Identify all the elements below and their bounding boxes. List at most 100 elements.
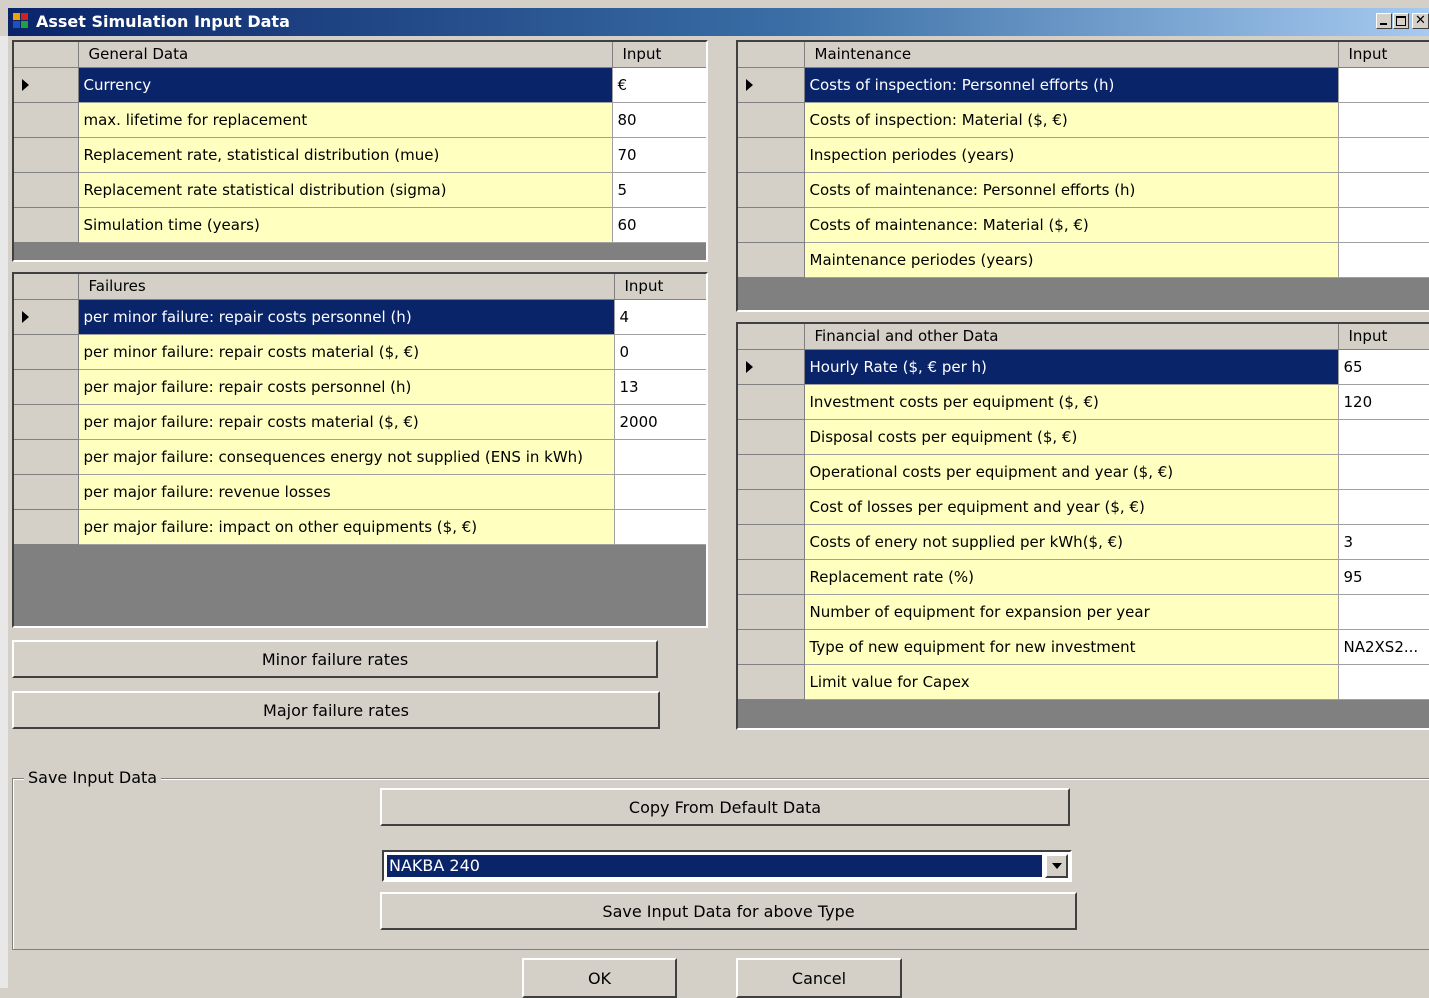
table-row[interactable]: Maintenance periodes (years)	[738, 242, 1429, 278]
column-header-input[interactable]: Input	[612, 42, 706, 68]
column-header-maintenance[interactable]: Maintenance	[804, 42, 1339, 68]
column-header-failures[interactable]: Failures	[78, 274, 615, 300]
row-selector[interactable]	[14, 334, 79, 370]
row-selector[interactable]	[738, 67, 805, 103]
table-row[interactable]: per major failure: repair costs personne…	[14, 369, 706, 405]
financial-data-grid[interactable]: Financial and other Data Input Hourly Ra…	[736, 322, 1429, 730]
cell-input[interactable]: 80	[612, 102, 706, 138]
table-row[interactable]: per major failure: revenue losses	[14, 474, 706, 510]
row-selector[interactable]	[738, 349, 805, 385]
row-selector[interactable]	[738, 454, 805, 490]
row-selector[interactable]	[738, 384, 805, 420]
cell-input[interactable]: 0	[614, 334, 706, 370]
cell-input[interactable]	[1338, 489, 1429, 525]
row-selector[interactable]	[738, 137, 805, 173]
column-header-input[interactable]: Input	[1338, 42, 1429, 68]
minimize-button[interactable]	[1376, 13, 1392, 29]
row-selector[interactable]	[14, 474, 79, 510]
maintenance-grid[interactable]: Maintenance Input Costs of inspection: P…	[736, 40, 1429, 312]
cell-input[interactable]: 95	[1338, 559, 1429, 595]
cell-input[interactable]	[614, 509, 706, 545]
table-row[interactable]: per major failure: repair costs material…	[14, 404, 706, 440]
table-row[interactable]: Currency €	[14, 67, 706, 103]
row-selector[interactable]	[738, 207, 805, 243]
failures-grid[interactable]: Failures Input per minor failure: repair…	[12, 272, 708, 628]
table-row[interactable]: Replacement rate (%) 95	[738, 559, 1429, 595]
table-row[interactable]: Disposal costs per equipment ($, €)	[738, 419, 1429, 455]
row-selector[interactable]	[738, 664, 805, 700]
table-row[interactable]: per minor failure: repair costs material…	[14, 334, 706, 370]
table-row[interactable]: Costs of maintenance: Personnel efforts …	[738, 172, 1429, 208]
row-selector[interactable]	[738, 524, 805, 560]
row-selector[interactable]	[14, 299, 79, 335]
row-selector[interactable]	[738, 172, 805, 208]
close-button[interactable]: ✕	[1412, 13, 1429, 29]
cell-input[interactable]: 4	[614, 299, 706, 335]
table-row[interactable]: per major failure: impact on other equip…	[14, 509, 706, 545]
cell-input[interactable]	[1338, 172, 1429, 208]
cell-input[interactable]	[614, 474, 706, 510]
ok-button[interactable]: OK	[522, 958, 677, 998]
minor-failure-rates-button[interactable]: Minor failure rates	[12, 640, 658, 678]
cell-input[interactable]: NA2XS2...	[1338, 629, 1429, 665]
table-row[interactable]: Costs of enery not supplied per kWh($, €…	[738, 524, 1429, 560]
table-row[interactable]: Investment costs per equipment ($, €) 12…	[738, 384, 1429, 420]
row-selector[interactable]	[14, 509, 79, 545]
row-selector[interactable]	[738, 594, 805, 630]
row-selector[interactable]	[14, 404, 79, 440]
cell-input[interactable]	[1338, 67, 1429, 103]
table-row[interactable]: Limit value for Capex	[738, 664, 1429, 700]
row-selector[interactable]	[738, 559, 805, 595]
table-row[interactable]: per major failure: consequences energy n…	[14, 439, 706, 475]
row-selector[interactable]	[14, 439, 79, 475]
equipment-type-select[interactable]: NAKBA 240	[382, 850, 1072, 882]
maximize-button[interactable]	[1393, 13, 1409, 29]
row-selector[interactable]	[738, 629, 805, 665]
table-row[interactable]: max. lifetime for replacement 80	[14, 102, 706, 138]
row-selector[interactable]	[14, 102, 79, 138]
table-row[interactable]: Operational costs per equipment and year…	[738, 454, 1429, 490]
table-row[interactable]: Costs of inspection: Personnel efforts (…	[738, 67, 1429, 103]
table-row[interactable]: Hourly Rate ($, € per h) 65	[738, 349, 1429, 385]
row-selector[interactable]	[14, 137, 79, 173]
cell-input[interactable]: 120	[1338, 384, 1429, 420]
column-header-financial-data[interactable]: Financial and other Data	[804, 324, 1339, 350]
cell-input[interactable]	[1338, 242, 1429, 278]
row-selector[interactable]	[14, 172, 79, 208]
cell-input[interactable]	[1338, 454, 1429, 490]
major-failure-rates-button[interactable]: Major failure rates	[12, 691, 660, 729]
row-selector[interactable]	[14, 207, 79, 243]
cell-input[interactable]: 2000	[614, 404, 706, 440]
cell-input[interactable]	[1338, 419, 1429, 455]
cell-input[interactable]: 65	[1338, 349, 1429, 385]
table-row[interactable]: Type of new equipment for new investment…	[738, 629, 1429, 665]
combo-dropdown-button[interactable]	[1045, 854, 1068, 878]
row-selector[interactable]	[738, 242, 805, 278]
title-bar[interactable]: Asset Simulation Input Data ✕	[8, 8, 1429, 36]
table-row[interactable]: Number of equipment for expansion per ye…	[738, 594, 1429, 630]
table-row[interactable]: Costs of maintenance: Material ($, €)	[738, 207, 1429, 243]
row-selector[interactable]	[14, 369, 79, 405]
table-row[interactable]: Simulation time (years) 60	[14, 207, 706, 243]
cell-input[interactable]: 13	[614, 369, 706, 405]
row-selector[interactable]	[738, 419, 805, 455]
cell-input[interactable]	[1338, 664, 1429, 700]
save-input-data-for-type-button[interactable]: Save Input Data for above Type	[380, 892, 1077, 930]
cell-input[interactable]	[614, 439, 706, 475]
cell-input[interactable]: €	[612, 67, 706, 103]
column-header-input[interactable]: Input	[614, 274, 706, 300]
cell-input[interactable]: 60	[612, 207, 706, 243]
copy-from-default-button[interactable]: Copy From Default Data	[380, 788, 1070, 826]
cell-input[interactable]	[1338, 102, 1429, 138]
cell-input[interactable]	[1338, 137, 1429, 173]
row-selector[interactable]	[14, 67, 79, 103]
table-row[interactable]: Inspection periodes (years)	[738, 137, 1429, 173]
table-row[interactable]: Costs of inspection: Material ($, €)	[738, 102, 1429, 138]
general-data-grid[interactable]: General Data Input Currency € max. lifet…	[12, 40, 708, 262]
table-row[interactable]: Cost of losses per equipment and year ($…	[738, 489, 1429, 525]
cancel-button[interactable]: Cancel	[736, 958, 902, 998]
cell-input[interactable]: 3	[1338, 524, 1429, 560]
column-header-input[interactable]: Input	[1338, 324, 1429, 350]
cell-input[interactable]	[1338, 207, 1429, 243]
table-row[interactable]: Replacement rate statistical distributio…	[14, 172, 706, 208]
